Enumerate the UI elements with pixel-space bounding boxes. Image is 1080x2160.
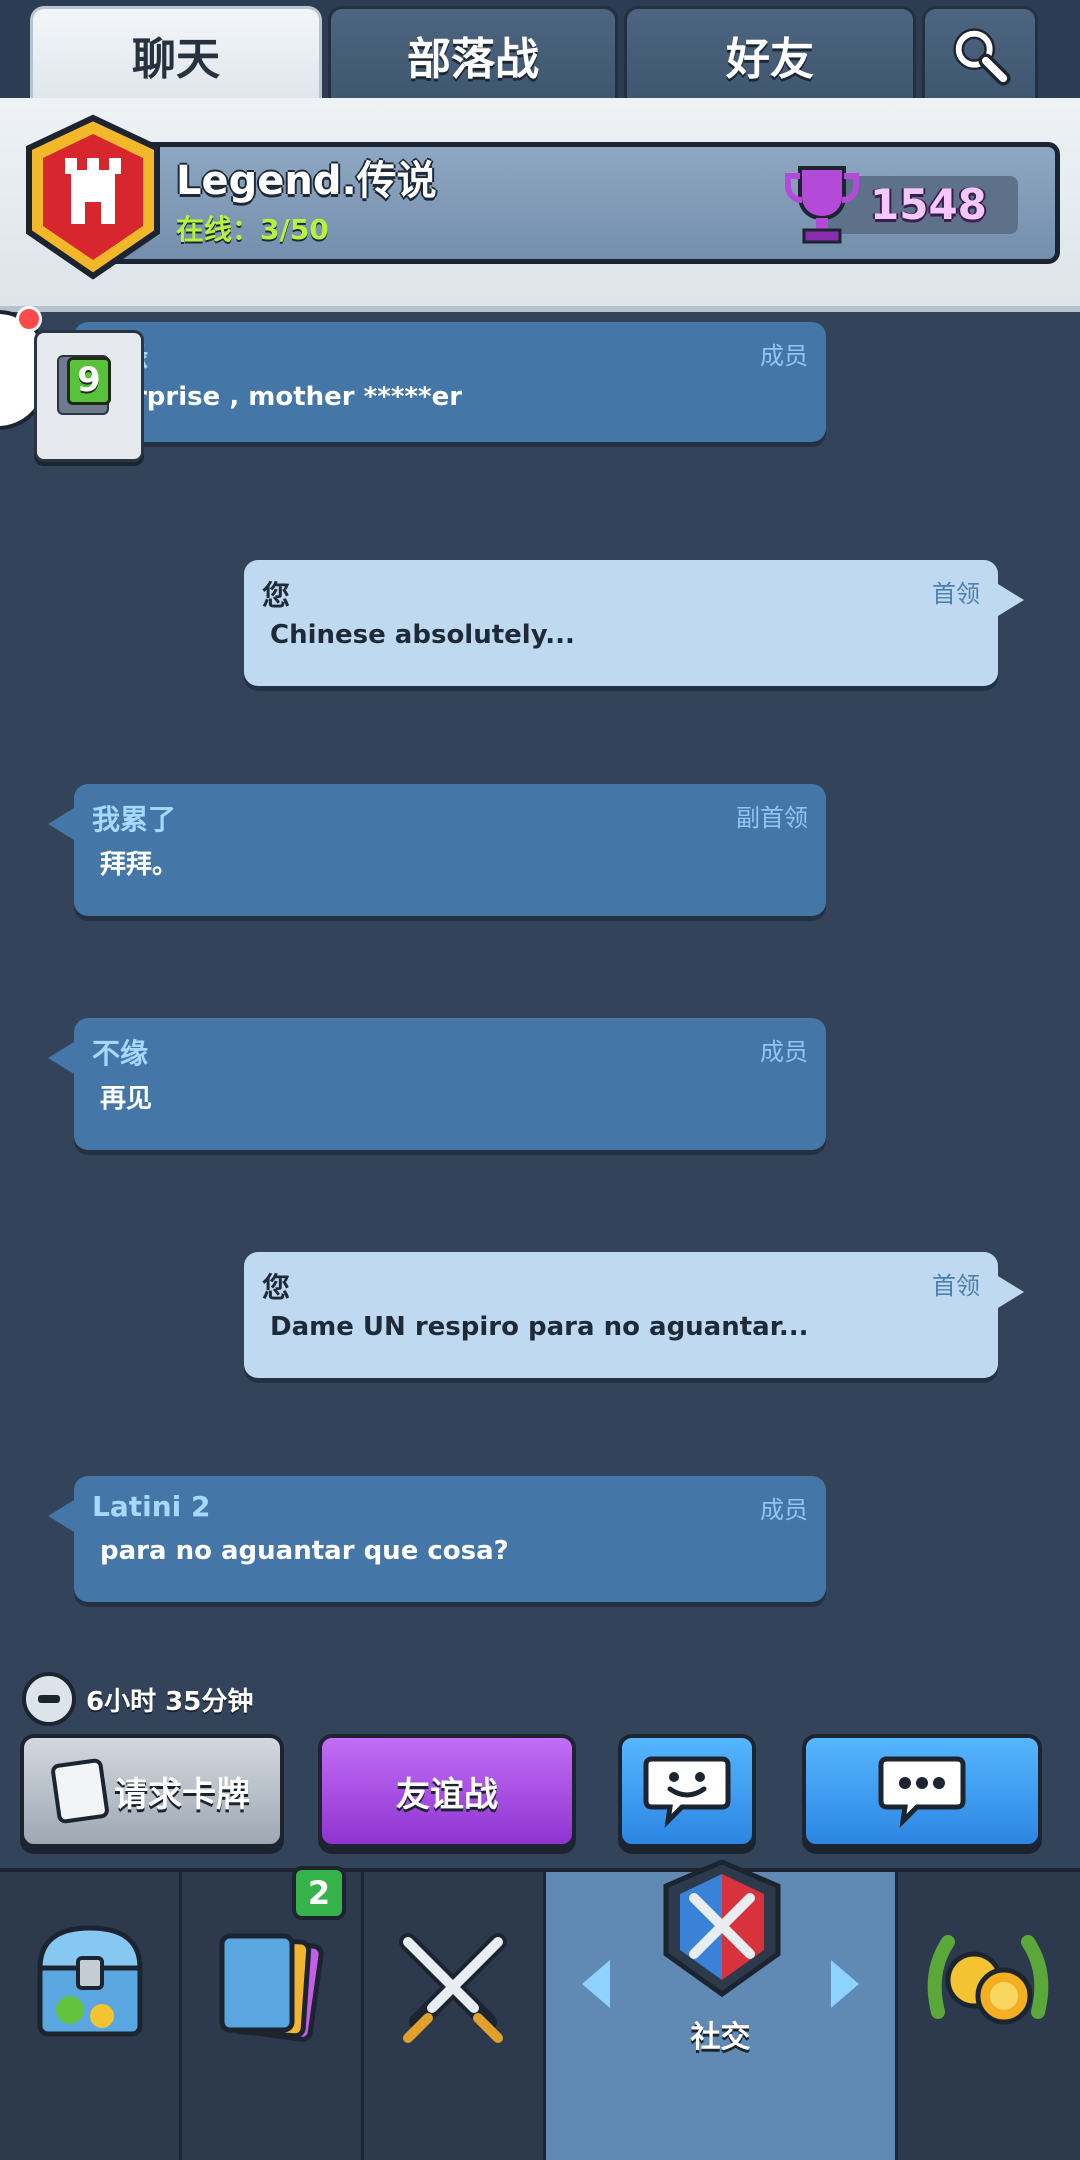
chat-message-button[interactable] bbox=[802, 1734, 1042, 1848]
clan-name: Legend.传说 bbox=[176, 158, 437, 204]
nav-social-label: 社交 bbox=[690, 2020, 751, 2055]
message-role: 首领 bbox=[932, 580, 980, 608]
message-sender: 您 bbox=[262, 579, 291, 612]
message-role: 成员 bbox=[760, 1496, 808, 1524]
message-text: Dame UN respiro para no aguantar... bbox=[270, 1312, 809, 1342]
clan-badge-icon bbox=[26, 114, 160, 280]
message-text: 拜拜。 bbox=[100, 850, 179, 880]
nav-events[interactable] bbox=[898, 1872, 1080, 2160]
chat-message[interactable]: Latini 2 成员 para no aguantar que cosa? bbox=[48, 1476, 826, 1602]
cards-icon bbox=[219, 1933, 324, 2042]
friendly-battle-label: 友谊战 bbox=[396, 1774, 498, 1815]
top-tab-bar: 聊天 部落战 好友 bbox=[0, 0, 1080, 100]
chat-message[interactable]: 不缘 成员 surprise , mother *****er bbox=[48, 322, 826, 442]
chevron-left-icon[interactable] bbox=[582, 1960, 610, 2008]
chat-message[interactable]: 您 首领 Dame UN respiro para no aguantar... bbox=[244, 1252, 1024, 1378]
chat-message[interactable]: 不缘 成员 再见 bbox=[48, 1018, 826, 1150]
social-shield-icon bbox=[663, 1859, 781, 1998]
tab-clan-war[interactable]: 部落战 bbox=[328, 6, 618, 100]
emote-button[interactable] bbox=[618, 1734, 756, 1848]
clock-icon bbox=[22, 1672, 76, 1726]
message-role: 首领 bbox=[932, 1272, 980, 1300]
request-timer: 6小时 35分钟 bbox=[22, 1672, 253, 1726]
card-icon bbox=[50, 1757, 110, 1825]
tab-friends[interactable]: 好友 bbox=[624, 6, 916, 100]
request-cards-label: 请求卡牌 bbox=[114, 1774, 250, 1815]
message-text: surprise , mother *****er bbox=[100, 382, 463, 412]
chat-message[interactable]: 我累了 副首领 拜拜。 bbox=[48, 784, 826, 916]
message-sender: 您 bbox=[262, 1271, 291, 1304]
timer-text: 6小时 35分钟 bbox=[86, 1686, 254, 1717]
search-icon bbox=[953, 27, 1011, 86]
chevron-right-icon[interactable] bbox=[831, 1960, 859, 2008]
message-sender: 我累了 bbox=[92, 803, 177, 836]
trophy-icon bbox=[785, 166, 859, 244]
notification-dot bbox=[16, 306, 42, 332]
clan-trophy-count: 1548 bbox=[870, 180, 987, 229]
cards-notification-badge: 2 bbox=[292, 1866, 346, 1920]
message-role: 成员 bbox=[760, 1038, 808, 1066]
gold-coins-icon bbox=[927, 1935, 1049, 2025]
chest-icon bbox=[37, 1925, 143, 2037]
tab-chat[interactable]: 聊天 bbox=[30, 6, 322, 100]
message-sender: Latini 2 bbox=[92, 1490, 211, 1523]
chat-bubble-icon bbox=[878, 1756, 966, 1829]
nav-social[interactable]: 社交 bbox=[546, 1859, 898, 2160]
message-text: Chinese absolutely... bbox=[270, 620, 575, 650]
card-level: 9 bbox=[67, 357, 111, 405]
clan-online-count: 在线：3/50 bbox=[176, 213, 329, 246]
message-sender: 不缘 bbox=[92, 1037, 149, 1070]
message-role: 成员 bbox=[760, 342, 808, 370]
nav-shop[interactable] bbox=[0, 1872, 182, 2160]
message-text: para no aguantar que cosa? bbox=[100, 1536, 509, 1566]
smiley-chat-icon bbox=[643, 1756, 731, 1829]
bottom-navigation: 社交 bbox=[0, 1859, 1080, 2160]
crossed-swords-icon bbox=[399, 1933, 507, 2043]
message-text: 再见 bbox=[100, 1084, 153, 1114]
card-level-badge[interactable]: 9 bbox=[34, 330, 144, 462]
chat-message[interactable]: 您 首领 Chinese absolutely... bbox=[244, 560, 1024, 686]
chat-feed[interactable]: 不缘 成员 surprise , mother *****er 您 首领 Chi… bbox=[0, 312, 1080, 1652]
nav-battle[interactable] bbox=[364, 1872, 546, 2160]
friendly-battle-button[interactable]: 友谊战 bbox=[318, 1734, 576, 1848]
search-button[interactable] bbox=[922, 6, 1038, 100]
request-cards-button[interactable]: 请求卡牌 bbox=[20, 1734, 284, 1848]
message-role: 副首领 bbox=[736, 804, 808, 832]
